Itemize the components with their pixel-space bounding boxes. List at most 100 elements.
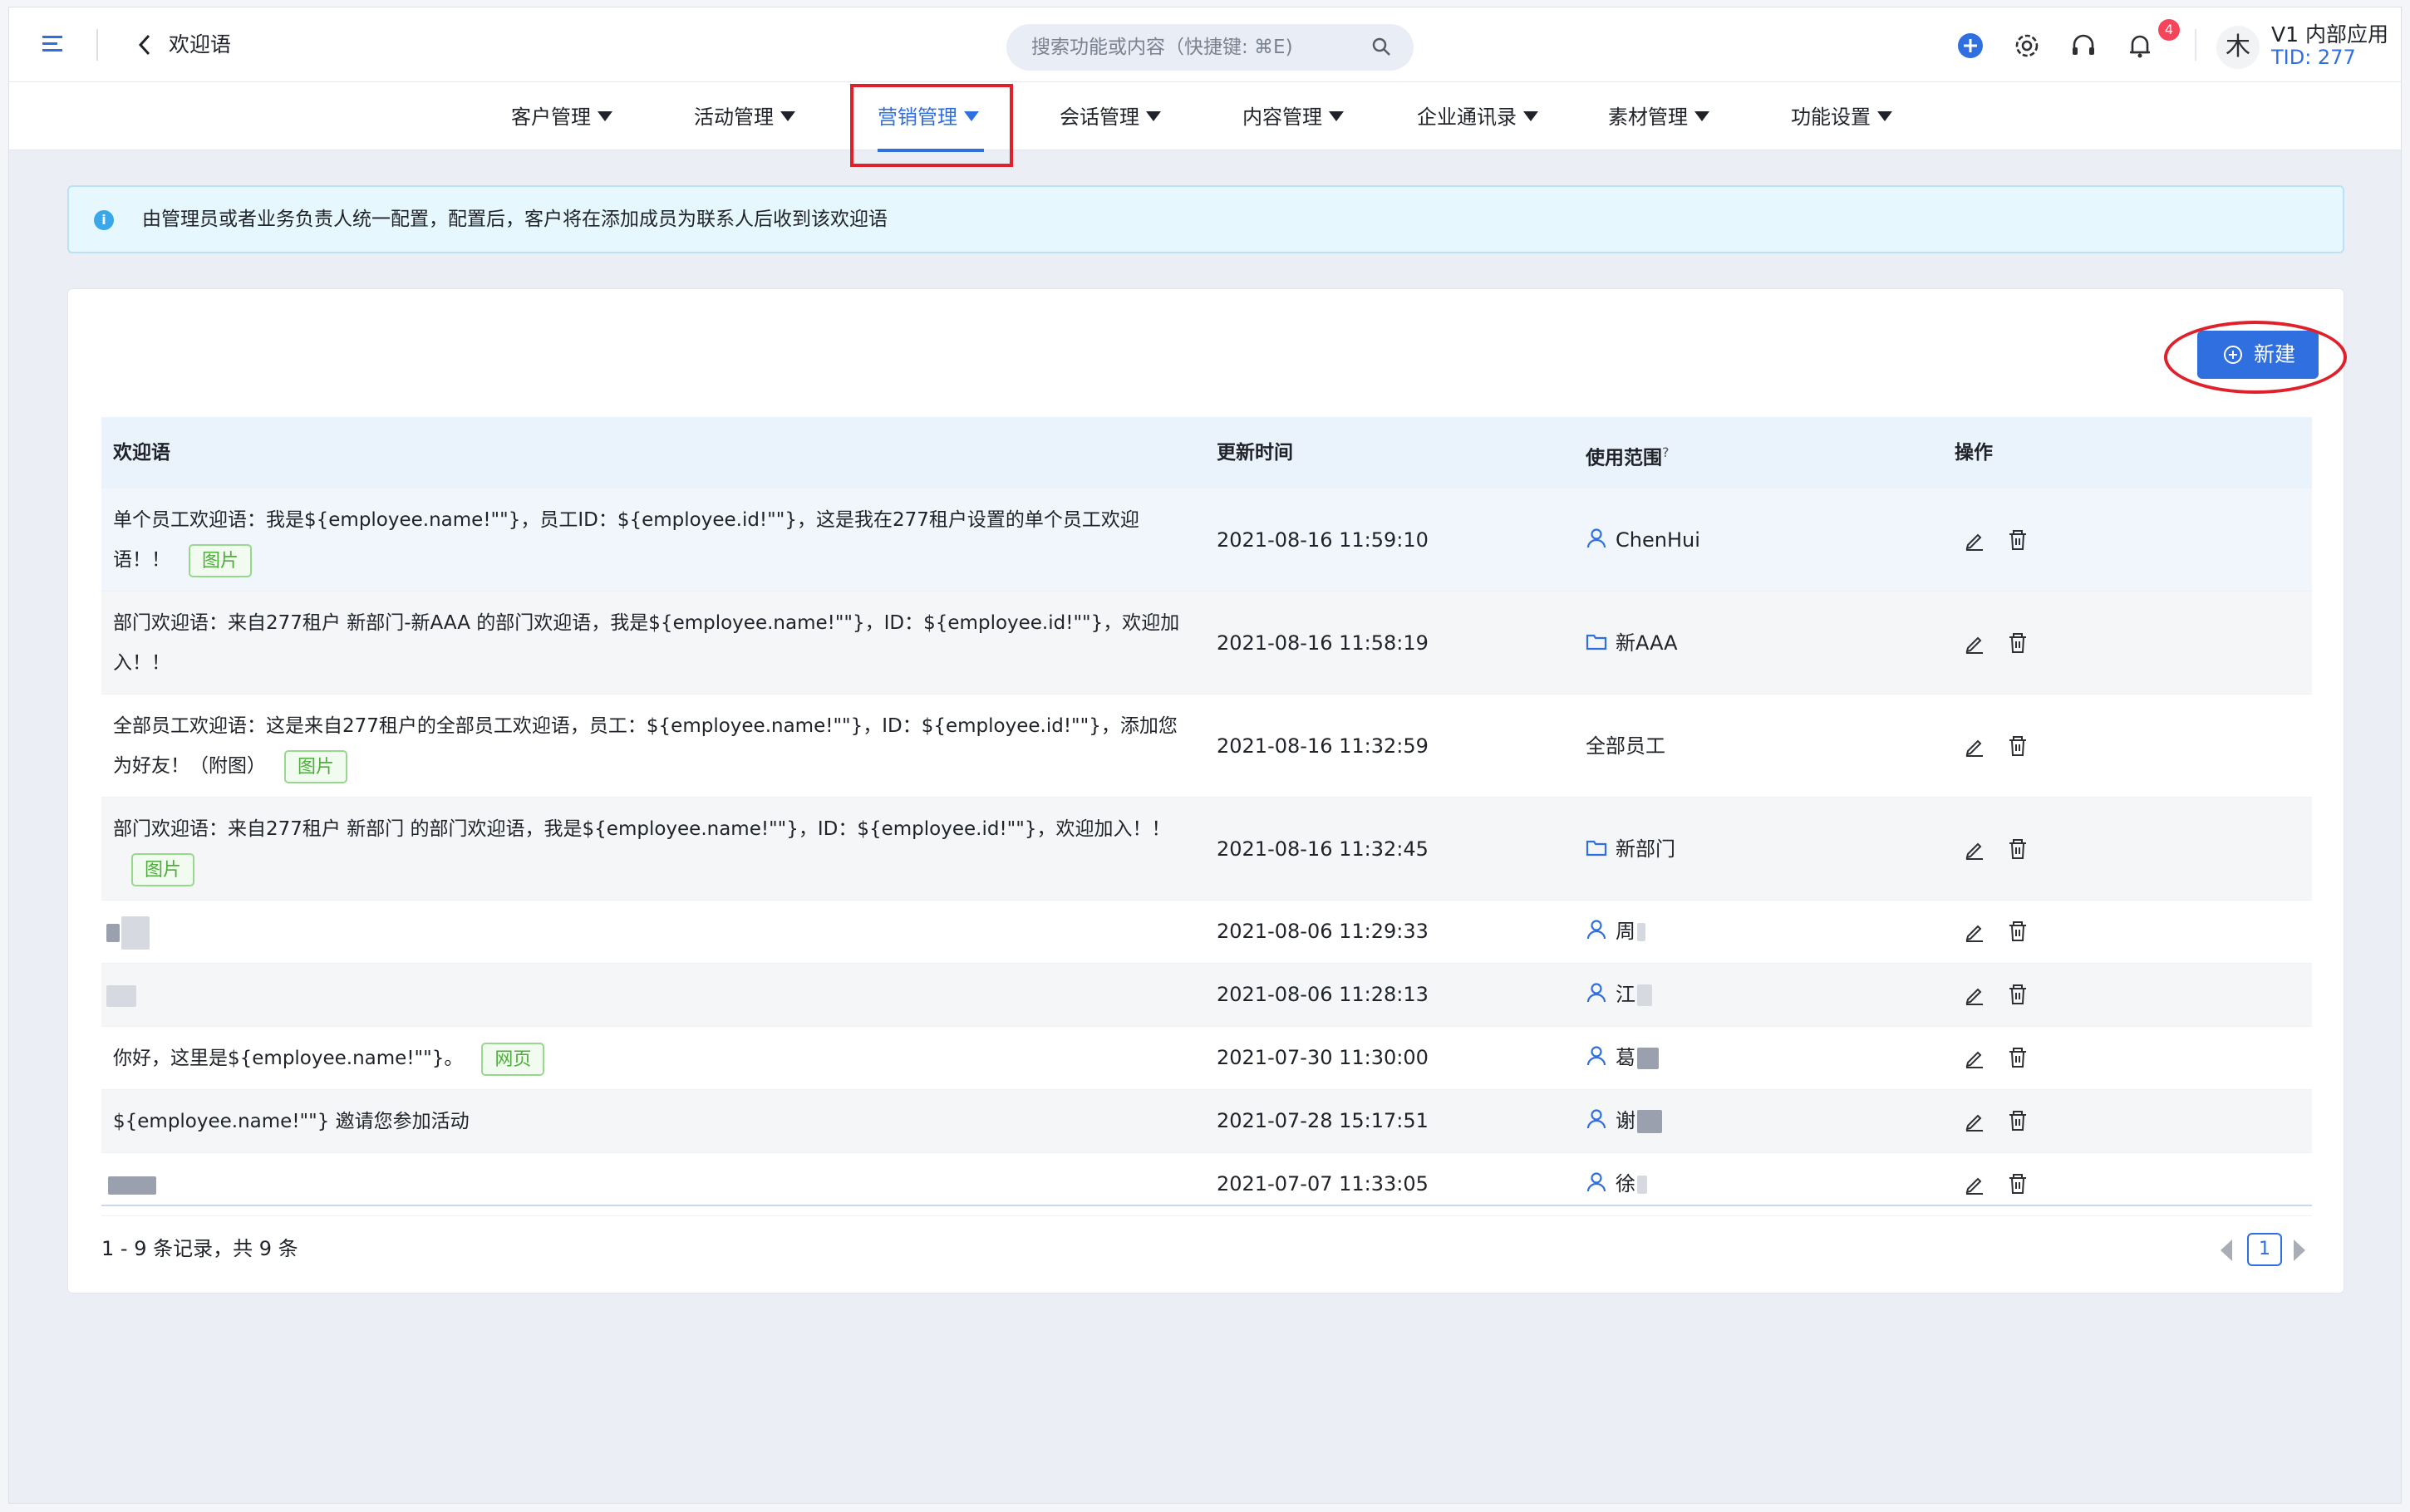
help-icon[interactable]: ?: [1662, 444, 1670, 460]
search-placeholder: 搜索功能或内容（快捷键: ⌘E): [1031, 37, 1293, 58]
nav-item-content[interactable]: 内容管理: [1242, 101, 1344, 134]
time-cell: 2021-07-28 15:17:51: [1217, 1109, 1429, 1132]
user-icon: [1586, 1172, 1606, 1192]
pagination-summary: 1 - 9 条记录，共 9 条: [101, 1237, 298, 1260]
nav-label: 功能设置: [1791, 106, 1871, 129]
time-cell: 2021-08-06 11:28:13: [1217, 983, 1429, 1006]
edit-icon[interactable]: [1963, 1046, 1986, 1069]
avatar[interactable]: 木: [2216, 26, 2260, 69]
trash-icon[interactable]: [2006, 528, 2029, 552]
message-cell: 全部员工欢迎语：这是来自277租户的全部员工欢迎语，员工：${employee.…: [113, 706, 1193, 786]
message-text: ${employee.name!""} 邀请您参加活动: [113, 1111, 470, 1132]
row-actions: [1963, 1170, 2038, 1198]
nav-label: 内容管理: [1242, 106, 1322, 129]
edit-icon[interactable]: [1963, 631, 1986, 655]
message-cell: 部门欢迎语：来自277租户 新部门-新AAA 的部门欢迎语，我是${employ…: [113, 603, 1193, 683]
menu-icon[interactable]: [42, 34, 66, 52]
annotation-highlight-ellipse: [2164, 321, 2347, 394]
table-row: 单个员工欢迎语：我是${employee.name!""}，员工ID：${emp…: [101, 488, 2312, 592]
gear-icon[interactable]: [2010, 29, 2044, 62]
edit-icon[interactable]: [1963, 734, 1986, 758]
nav-label: 素材管理: [1608, 106, 1688, 129]
nav-label: 企业通讯录: [1417, 106, 1517, 129]
scope-text: 谢: [1616, 1109, 1635, 1132]
nav-label: 活动管理: [694, 106, 774, 129]
prev-page-icon[interactable]: [2221, 1240, 2232, 1261]
table-row: 你好，这里是${employee.name!""}。 网页 2021-07-30 …: [101, 1027, 2312, 1090]
caret-down-icon: [780, 111, 795, 121]
time-cell: 2021-08-16 11:32:59: [1217, 734, 1429, 758]
trash-icon[interactable]: [2006, 837, 2029, 861]
trash-icon[interactable]: [2006, 1109, 2029, 1132]
main-nav: 客户管理 活动管理 营销管理 会话管理 内容管理 企业通讯录 素材管理 功能设置: [9, 82, 2401, 152]
redacted-text: [1637, 923, 1645, 941]
page-number-current[interactable]: 1: [2247, 1233, 2282, 1266]
edit-icon[interactable]: [1963, 983, 1986, 1006]
search-icon[interactable]: [1370, 36, 1394, 59]
headset-support-icon[interactable]: [2067, 29, 2100, 62]
edit-icon[interactable]: [1963, 920, 1986, 943]
time-cell: 2021-08-16 11:58:19: [1217, 631, 1429, 655]
scope-cell: 新部门: [1586, 835, 1675, 863]
scope-cell: 新AAA: [1586, 629, 1678, 657]
global-search-input[interactable]: 搜索功能或内容（快捷键: ⌘E): [1006, 24, 1414, 71]
table-bottom-border: [101, 1205, 2312, 1206]
bell-icon[interactable]: [2123, 29, 2157, 62]
scope-cell: 江: [1586, 980, 1652, 1009]
pagination: 1: [2221, 1233, 2312, 1266]
nav-label: 客户管理: [511, 106, 591, 129]
divider: [96, 29, 98, 61]
user-icon: [1586, 1046, 1606, 1066]
trash-icon[interactable]: [2006, 631, 2029, 655]
scope-text: 全部员工: [1586, 734, 1665, 758]
row-actions: [1963, 1107, 2038, 1135]
scope-text: 徐: [1616, 1172, 1635, 1195]
redacted-text: [1637, 1110, 1662, 1133]
table-row: 全部员工欢迎语：这是来自277租户的全部员工欢迎语，员工：${employee.…: [101, 695, 2312, 798]
trash-icon[interactable]: [2006, 983, 2029, 1006]
divider: [2195, 29, 2196, 61]
user-icon: [1586, 1109, 1606, 1129]
scope-cell: 周: [1586, 917, 1645, 945]
trash-icon[interactable]: [2006, 1046, 2029, 1069]
add-circle-icon[interactable]: [1954, 29, 1987, 62]
scope-header-label: 使用范围: [1586, 447, 1662, 469]
next-page-icon[interactable]: [2294, 1240, 2305, 1261]
scope-text: 江: [1616, 983, 1635, 1006]
nav-item-directory[interactable]: 企业通讯录: [1417, 101, 1538, 134]
caret-down-icon: [1146, 111, 1161, 121]
nav-item-settings[interactable]: 功能设置: [1791, 101, 1892, 134]
column-header-message: 欢迎语: [113, 442, 170, 464]
caret-down-icon: [1694, 111, 1709, 121]
message-text: 部门欢迎语：来自277租户 新部门 的部门欢迎语，我是${employee.na…: [113, 818, 1171, 840]
message-cell: 部门欢迎语：来自277租户 新部门 的部门欢迎语，我是${employee.na…: [113, 809, 1193, 889]
scope-text: ChenHui: [1616, 528, 1700, 552]
nav-item-activity[interactable]: 活动管理: [694, 101, 795, 134]
trash-icon[interactable]: [2006, 920, 2029, 943]
nav-item-session[interactable]: 会话管理: [1060, 101, 1161, 134]
message-text: 你好，这里是${employee.name!""}。: [113, 1048, 464, 1069]
caret-down-icon: [1329, 111, 1344, 121]
table-row: 2021-08-06 11:29:33 周: [101, 901, 2312, 964]
top-bar: 欢迎语 搜索功能或内容（快捷键: ⌘E) 4 木 V1 内部应用 TID: 27…: [9, 7, 2401, 82]
edit-icon[interactable]: [1963, 837, 1986, 861]
tag-webpage: 网页: [481, 1042, 545, 1076]
trash-icon[interactable]: [2006, 734, 2029, 758]
back-arrow-icon[interactable]: [135, 32, 154, 57]
nav-item-customer[interactable]: 客户管理: [511, 101, 612, 134]
edit-icon[interactable]: [1963, 1172, 1986, 1195]
nav-item-material[interactable]: 素材管理: [1608, 101, 1709, 134]
edit-icon[interactable]: [1963, 528, 1986, 552]
user-icon: [1586, 528, 1606, 548]
edit-icon[interactable]: [1963, 1109, 1986, 1132]
caret-down-icon: [1877, 111, 1892, 121]
app-name[interactable]: V1 内部应用: [2271, 22, 2388, 47]
annotation-highlight-box: [850, 84, 1013, 167]
column-header-scope: 使用范围?: [1586, 437, 1670, 474]
trash-icon[interactable]: [2006, 1172, 2029, 1195]
caret-down-icon: [1523, 111, 1538, 121]
scope-text: 新部门: [1616, 837, 1675, 861]
message-cell: [108, 1165, 1188, 1205]
tag-image: 图片: [189, 543, 253, 577]
table-row: 2021-07-07 11:33:05 徐: [101, 1153, 2312, 1216]
